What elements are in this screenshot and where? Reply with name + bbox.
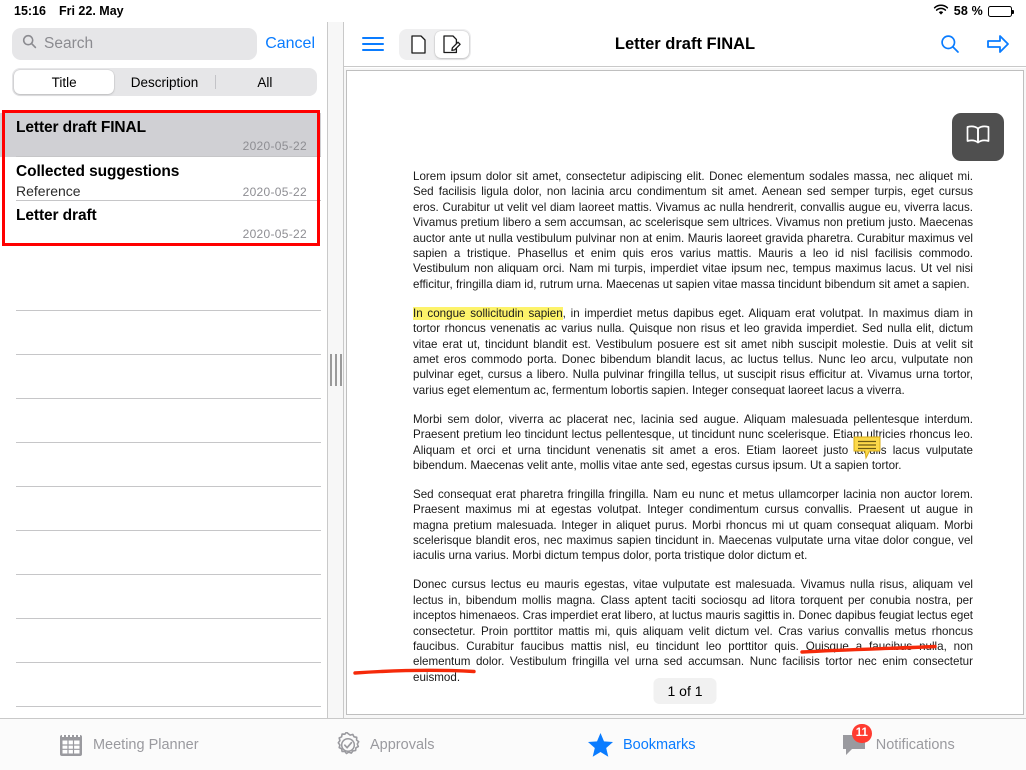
document-text: Lorem ipsum dolor sit amet, consectetur …	[413, 169, 973, 699]
empty-list-row	[0, 311, 321, 355]
status-date: Fri 22. May	[59, 4, 124, 18]
empty-list-row	[0, 487, 321, 531]
sticky-note-annotation-icon[interactable]	[853, 436, 881, 460]
empty-list-row	[0, 267, 321, 311]
notification-badge: 11	[852, 724, 872, 743]
document-paragraph: Donec cursus lectus eu mauris egestas, v…	[413, 577, 973, 685]
paragraph-text: Morbi sem dolor, viverra ac placerat nec…	[413, 413, 973, 472]
document-paragraph: In congue sollicitudin sapien, in imperd…	[413, 306, 973, 398]
tab-bar: Meeting PlannerApprovalsBookmarks11Notif…	[0, 718, 1026, 770]
search-placeholder: Search	[44, 35, 93, 53]
empty-list-row	[0, 619, 321, 663]
empty-list-row	[0, 355, 321, 399]
list-item[interactable]: Letter draft 2020-05-22	[0, 201, 321, 245]
empty-list-row	[0, 531, 321, 575]
speech-bubble-icon: 11	[841, 733, 867, 757]
page-edit-icon[interactable]	[435, 31, 469, 58]
arrow-right-icon[interactable]	[986, 34, 1010, 54]
scope-segment-description[interactable]: Description	[114, 70, 214, 94]
list-item-subtitle: Reference	[16, 184, 81, 198]
battery-icon	[988, 6, 1012, 17]
document-toolbar: Letter draft FINAL	[344, 22, 1026, 67]
tab-label: Notifications	[876, 737, 955, 753]
page-indicator: 1 of 1	[653, 678, 716, 704]
scope-segment-all[interactable]: All	[215, 70, 315, 94]
document-paragraph: Morbi sem dolor, viverra ac placerat nec…	[413, 412, 973, 474]
tab-approvals[interactable]: Approvals	[257, 719, 514, 770]
list-item[interactable]: Collected suggestions Reference 2020-05-22	[0, 157, 321, 201]
empty-list-row	[0, 443, 321, 487]
gear-check-icon	[335, 732, 361, 758]
document-page: Lorem ipsum dolor sit amet, consectetur …	[346, 70, 1024, 715]
view-mode-control	[399, 29, 471, 60]
sidebar: Search Cancel TitleDescriptionAll Letter…	[0, 22, 327, 718]
list-separator	[16, 706, 321, 707]
list-item-title: Letter draft	[16, 201, 307, 224]
split-grabber-icon[interactable]	[330, 354, 342, 386]
document-page-area[interactable]: Lorem ipsum dolor sit amet, consectetur …	[344, 68, 1026, 718]
hamburger-menu-icon[interactable]	[362, 34, 384, 55]
wifi-icon	[933, 4, 949, 19]
search-input[interactable]: Search	[12, 28, 257, 60]
page-icon[interactable]	[401, 31, 435, 58]
empty-rows	[0, 267, 321, 707]
paragraph-text: , in imperdiet metus dapibus eget. Aliqu…	[413, 307, 973, 397]
highlighted-text: In congue sollicitudin sapien	[413, 307, 563, 320]
status-bar: 15:16 Fri 22. May 58 %	[0, 0, 1026, 22]
tab-label: Bookmarks	[623, 737, 696, 753]
document-paragraph: Sed consequat erat pharetra fringilla fr…	[413, 487, 973, 564]
paragraph-text: Donec cursus lectus eu mauris egestas, v…	[413, 578, 973, 683]
search-icon	[22, 34, 37, 54]
battery-percent: 58 %	[954, 4, 983, 18]
list-item-title: Collected suggestions	[16, 157, 307, 180]
list-item-date: 2020-05-22	[243, 228, 307, 240]
split-divider[interactable]	[327, 22, 344, 718]
list-item-title: Letter draft FINAL	[16, 113, 307, 136]
open-book-icon	[965, 124, 991, 151]
tab-meeting-planner[interactable]: Meeting Planner	[0, 719, 257, 770]
cancel-button[interactable]: Cancel	[265, 35, 317, 53]
bookmark-button[interactable]	[952, 113, 1004, 161]
empty-list-row	[0, 575, 321, 619]
paragraph-text: Lorem ipsum dolor sit amet, consectetur …	[413, 170, 973, 291]
search-row: Search Cancel	[0, 22, 327, 66]
tab-bookmarks[interactable]: Bookmarks	[513, 719, 770, 770]
search-scope-control: TitleDescriptionAll	[0, 66, 327, 103]
list-item[interactable]: Letter draft FINAL 2020-05-22	[0, 113, 321, 157]
list-item-date: 2020-05-22	[243, 140, 307, 152]
app-root: 15:16 Fri 22. May 58 % Search Cancel Tit…	[0, 0, 1026, 770]
search-icon[interactable]	[940, 34, 960, 54]
empty-list-row	[0, 399, 321, 443]
calendar-icon	[58, 732, 84, 758]
star-icon	[587, 732, 614, 758]
paragraph-text: Sed consequat erat pharetra fringilla fr…	[413, 488, 973, 563]
detail-pane: Letter draft FINAL Lorem ipsum dolor sit…	[344, 22, 1026, 718]
status-time: 15:16	[14, 4, 46, 18]
document-paragraph: Lorem ipsum dolor sit amet, consectetur …	[413, 169, 973, 292]
empty-list-row	[0, 663, 321, 707]
list-item-date: 2020-05-22	[243, 186, 307, 198]
tab-label: Meeting Planner	[93, 737, 199, 753]
search-results-list: Letter draft FINAL2020-05-22Collected su…	[0, 113, 321, 245]
tab-notifications[interactable]: 11Notifications	[770, 719, 1026, 770]
scope-segment-title[interactable]: Title	[14, 70, 114, 94]
tab-label: Approvals	[370, 737, 434, 753]
